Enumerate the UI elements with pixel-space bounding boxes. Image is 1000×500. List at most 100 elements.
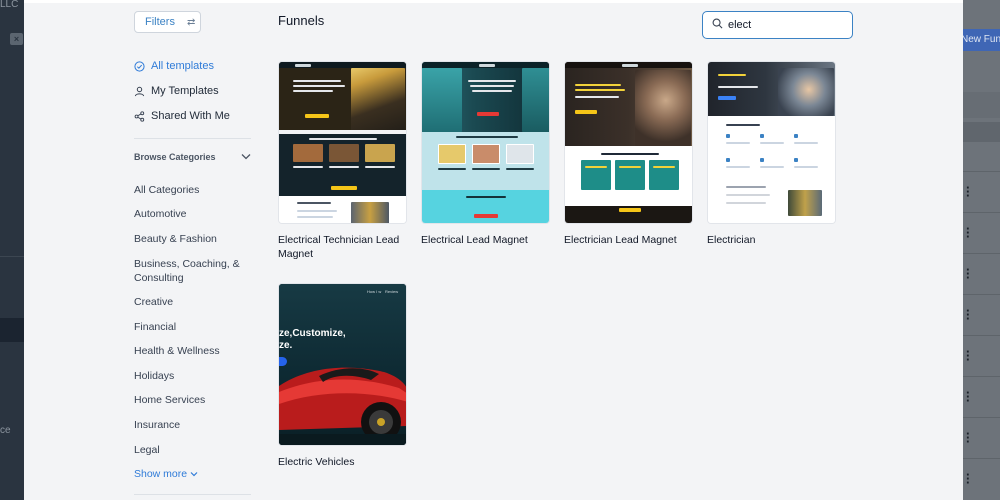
kebab-menu-icon: · · · bbox=[966, 426, 971, 449]
thumb-photo bbox=[635, 70, 691, 146]
kebab-menu-icon: · · · bbox=[966, 180, 971, 203]
category-all[interactable]: All Categories bbox=[134, 183, 254, 197]
search-input[interactable] bbox=[728, 19, 838, 31]
show-more-link[interactable]: Show more bbox=[134, 468, 198, 480]
thumb-photo bbox=[329, 144, 359, 162]
thumb-text bbox=[468, 80, 516, 82]
thumb-text bbox=[575, 89, 625, 91]
browse-categories-toggle[interactable]: Browse Categories bbox=[134, 151, 251, 163]
search-box[interactable] bbox=[702, 11, 853, 39]
background-row-divider bbox=[963, 171, 1000, 172]
thumb-cta bbox=[619, 208, 641, 212]
thumb-text bbox=[506, 168, 534, 170]
thumb-text bbox=[438, 168, 466, 170]
thumb-text bbox=[297, 210, 337, 212]
background-company-text: LLC bbox=[0, 0, 19, 10]
template-thumbnail[interactable]: How I w Review ze,Customize, ze. bbox=[278, 283, 407, 446]
thumb-text bbox=[726, 166, 750, 168]
background-row-divider bbox=[963, 294, 1000, 295]
kebab-menu-icon: · · · bbox=[966, 344, 971, 367]
thumb-headline: ze,Customize, bbox=[279, 328, 346, 339]
user-icon bbox=[134, 86, 145, 97]
category-business-coaching[interactable]: Business, Coaching, & Consulting bbox=[134, 257, 254, 285]
thumb-photo bbox=[778, 68, 834, 116]
thumb-cta bbox=[305, 114, 329, 118]
template-name[interactable]: Electrical Lead Magnet bbox=[421, 233, 556, 247]
thumb-text bbox=[619, 166, 641, 168]
thumb-icon bbox=[726, 134, 730, 138]
category-holidays[interactable]: Holidays bbox=[134, 369, 254, 383]
thumb-text bbox=[575, 84, 621, 86]
background-row-divider bbox=[963, 335, 1000, 336]
thumb-icon bbox=[794, 158, 798, 162]
thumb-text bbox=[297, 202, 331, 204]
thumb-photo bbox=[293, 144, 323, 162]
thumb-photo bbox=[472, 144, 500, 164]
thumb-text bbox=[726, 186, 766, 188]
thumb-photo bbox=[522, 68, 549, 132]
category-beauty-fashion[interactable]: Beauty & Fashion bbox=[134, 232, 254, 246]
share-icon bbox=[134, 110, 145, 122]
category-legal[interactable]: Legal bbox=[134, 443, 254, 457]
thumb-text bbox=[585, 166, 607, 168]
thumb-cta bbox=[474, 214, 498, 218]
template-name[interactable]: Electrical Technician Lead Magnet bbox=[278, 233, 413, 261]
background-app-right: New Funn ··· ··· ··· ··· ··· ··· ··· ··· bbox=[963, 0, 1000, 500]
template-name[interactable]: Electric Vehicles bbox=[278, 455, 413, 469]
thumb-text bbox=[760, 142, 784, 144]
template-picker-modal: Filters ⇄ All templates My Templates Sha… bbox=[24, 0, 963, 500]
template-thumbnail[interactable] bbox=[278, 61, 407, 224]
nav-shared-with-me-label: Shared With Me bbox=[151, 110, 230, 122]
thumb-text bbox=[726, 124, 760, 126]
thumb-icon bbox=[760, 134, 764, 138]
thumb-text bbox=[794, 142, 818, 144]
kebab-menu-icon: · · · bbox=[966, 467, 971, 490]
thumb-cta bbox=[477, 112, 499, 116]
background-row-divider bbox=[963, 376, 1000, 377]
background-divider bbox=[0, 256, 24, 257]
category-automotive[interactable]: Automotive bbox=[134, 207, 254, 221]
filters-label: Filters bbox=[145, 16, 175, 28]
browse-categories-label: Browse Categories bbox=[134, 152, 216, 162]
thumb-logo bbox=[479, 64, 496, 67]
thumb-text bbox=[293, 90, 333, 92]
show-more-label: Show more bbox=[134, 468, 188, 480]
thumb-icon bbox=[794, 134, 798, 138]
thumb-text bbox=[297, 216, 333, 218]
background-row-divider bbox=[963, 212, 1000, 213]
nav-my-templates[interactable]: My Templates bbox=[134, 85, 219, 97]
thumb-text bbox=[653, 166, 675, 168]
category-creative[interactable]: Creative bbox=[134, 295, 254, 309]
thumb-photo bbox=[615, 160, 645, 190]
thumb-text bbox=[365, 166, 395, 168]
template-name[interactable]: Electrician bbox=[707, 233, 842, 247]
thumb-text bbox=[470, 85, 514, 87]
category-health-wellness[interactable]: Health & Wellness bbox=[134, 344, 254, 358]
category-insurance[interactable]: Insurance bbox=[134, 418, 254, 432]
thumb-text bbox=[726, 142, 750, 144]
thumb-icon bbox=[726, 158, 730, 162]
template-thumbnail[interactable] bbox=[421, 61, 550, 224]
thumb-text bbox=[601, 153, 659, 155]
chevron-down-icon bbox=[190, 468, 198, 480]
nav-all-templates[interactable]: All templates bbox=[134, 60, 214, 72]
kebab-menu-icon: · · · bbox=[966, 262, 971, 285]
thumb-nav-item: Review bbox=[385, 289, 399, 294]
category-home-services[interactable]: Home Services bbox=[134, 393, 254, 407]
filters-button[interactable]: Filters ⇄ bbox=[134, 11, 201, 33]
nav-shared-with-me[interactable]: Shared With Me bbox=[134, 110, 230, 122]
thumb-logo bbox=[622, 64, 639, 67]
category-financial[interactable]: Financial bbox=[134, 320, 254, 334]
nav-all-templates-label: All templates bbox=[151, 60, 214, 72]
kebab-menu-icon: · · · bbox=[966, 221, 971, 244]
template-thumbnail[interactable] bbox=[707, 61, 836, 224]
template-name[interactable]: Electrician Lead Magnet bbox=[564, 233, 699, 247]
thumb-text bbox=[718, 86, 758, 88]
template-thumbnail[interactable] bbox=[564, 61, 693, 224]
thumb-cta bbox=[575, 110, 597, 114]
thumb-photo bbox=[581, 160, 611, 190]
page-title: Funnels bbox=[278, 13, 325, 28]
background-selected-item bbox=[0, 318, 24, 342]
thumb-photo bbox=[649, 160, 679, 190]
car-illustration bbox=[279, 367, 406, 445]
